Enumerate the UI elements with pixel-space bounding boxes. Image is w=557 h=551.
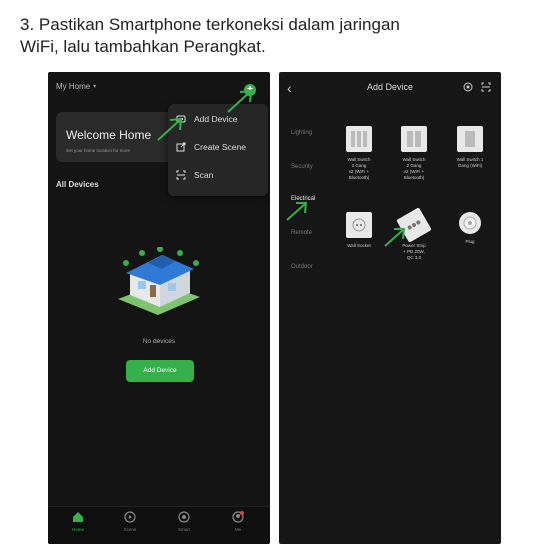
scan-icon (176, 170, 186, 180)
all-devices-heading: All Devices (56, 180, 99, 189)
device-name: Power Strip + PD 20W, QC 3.0 (402, 243, 426, 260)
menu-item-label: Scan (194, 170, 214, 180)
category-electrical[interactable]: Electrical (291, 196, 315, 202)
power-strip-icon (396, 207, 432, 243)
wall-switch-1-icon (457, 126, 483, 152)
device-wall-switch-1-gang[interactable]: Wall Switch 1 Gang (WiFi) (445, 126, 495, 169)
device-wall-switch-2-gang[interactable]: Wall Switch 2 Gang v2 (WiFi + Bluetooth) (389, 126, 439, 181)
scan-icon[interactable] (481, 82, 491, 92)
no-devices-text: No devices (142, 338, 176, 345)
device-power-strip[interactable]: Power Strip + PD 20W, QC 3.0 (389, 207, 439, 261)
house-illustration (118, 247, 200, 315)
device-name: Wall Switch 1 Gang (WiFi) (456, 157, 484, 168)
menu-item-label: Create Scene (194, 142, 246, 152)
device-wall-socket[interactable]: Wall Socket (334, 212, 384, 249)
category-security[interactable]: Security (291, 164, 313, 170)
welcome-title: Welcome Home (66, 128, 152, 142)
menu-item-add-device[interactable]: Add Device (176, 114, 237, 124)
create-scene-icon (176, 142, 186, 152)
scene-icon (124, 511, 136, 523)
smart-icon (178, 511, 190, 523)
tab-label: Scene (123, 527, 137, 532)
wall-switch-3-icon (346, 126, 372, 152)
menu-item-label: Add Device (194, 114, 238, 124)
top-icons (463, 82, 491, 92)
instruction-line-1: 3. Pastikan Smartphone terkoneksi dalam … (20, 15, 400, 34)
tab-label: Home (71, 527, 84, 532)
instruction-text: 3. Pastikan Smartphone terkoneksi dalam … (20, 14, 540, 58)
tab-smart[interactable]: Smart (162, 511, 206, 532)
home-selector-label: My Home (56, 82, 91, 91)
tab-label: Me (234, 527, 242, 532)
target-icon[interactable] (463, 82, 473, 92)
chevron-down-icon: ▾ (93, 84, 97, 90)
tab-scene[interactable]: Scene (108, 511, 152, 532)
home-selector[interactable]: My Home ▾ (56, 82, 96, 91)
device-name: Wall Switch 3 Gang v2 (WiFi + Bluetooth) (347, 157, 371, 180)
plug-icon (459, 212, 481, 234)
device-name: Plug (465, 239, 475, 244)
add-menu-popup: Add Device Create Scene Scan (168, 104, 268, 196)
device-name: Wall Socket (347, 243, 371, 248)
bottom-tab-bar: Home Scene Smart Me (48, 506, 270, 544)
category-remote[interactable]: Remote (291, 230, 312, 236)
phone-home-screen: My Home ▾ + Welcome Home Set your home l… (48, 72, 270, 544)
add-device-icon (176, 115, 186, 123)
tab-home[interactable]: Home (56, 511, 100, 532)
menu-item-create-scene[interactable]: Create Scene (176, 142, 246, 152)
wall-switch-2-icon (401, 126, 427, 152)
arrow-to-electrical-category (286, 202, 308, 221)
category-lighting[interactable]: Lighting (291, 130, 312, 136)
plus-icon[interactable]: + (244, 84, 256, 96)
menu-item-scan[interactable]: Scan (176, 170, 213, 180)
category-outdoor[interactable]: Outdoor (291, 264, 313, 270)
tab-me[interactable]: Me (216, 511, 260, 532)
phone-add-device-screen: ‹ Add Device Lighting Security Electrica… (279, 72, 501, 544)
device-wall-switch-3-gang[interactable]: Wall Switch 3 Gang v2 (WiFi + Bluetooth) (334, 126, 384, 181)
device-plug[interactable]: Plug (445, 212, 495, 245)
tab-label: Smart (177, 527, 190, 532)
home-icon (73, 512, 83, 522)
wall-socket-icon (346, 212, 372, 238)
instruction-line-2: WiFi, lalu tambahkan Perangkat. (20, 37, 266, 56)
device-name: Wall Switch 2 Gang v2 (WiFi + Bluetooth) (402, 157, 426, 180)
profile-icon (232, 511, 244, 523)
add-device-button[interactable]: Add Device (126, 360, 194, 382)
welcome-subtitle: Set your home location for more (66, 148, 131, 153)
